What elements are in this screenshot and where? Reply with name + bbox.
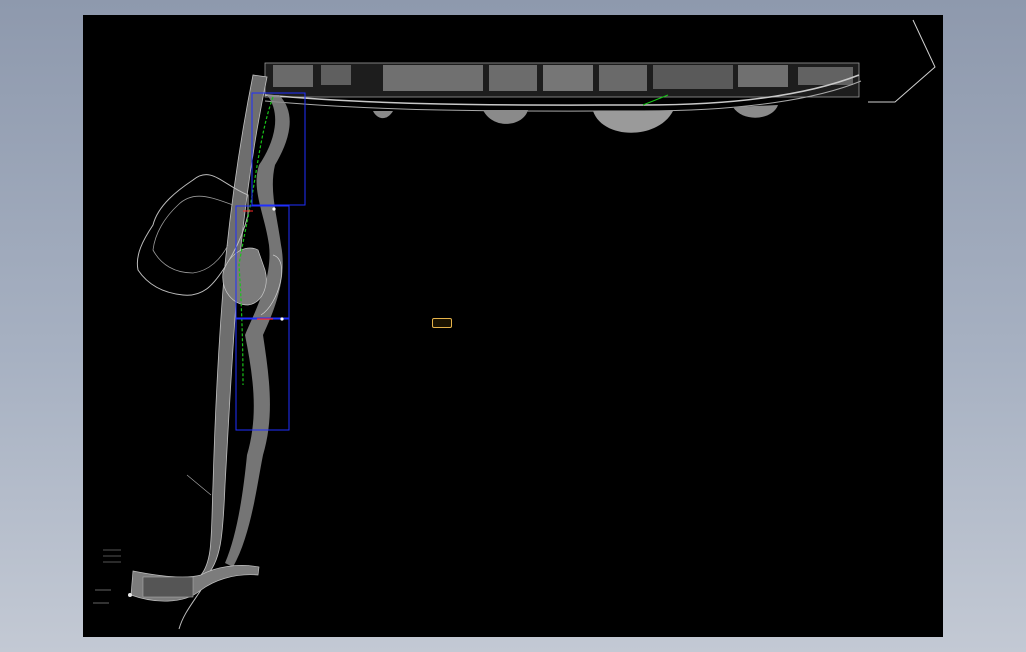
annotation-chip[interactable] [432, 318, 452, 328]
west-corridor [93, 74, 290, 630]
cad-drawing-viewport[interactable] [83, 15, 943, 637]
boundary-line [868, 19, 936, 103]
north-development-strip [264, 62, 862, 133]
cad-drawing-canvas [93, 19, 936, 630]
